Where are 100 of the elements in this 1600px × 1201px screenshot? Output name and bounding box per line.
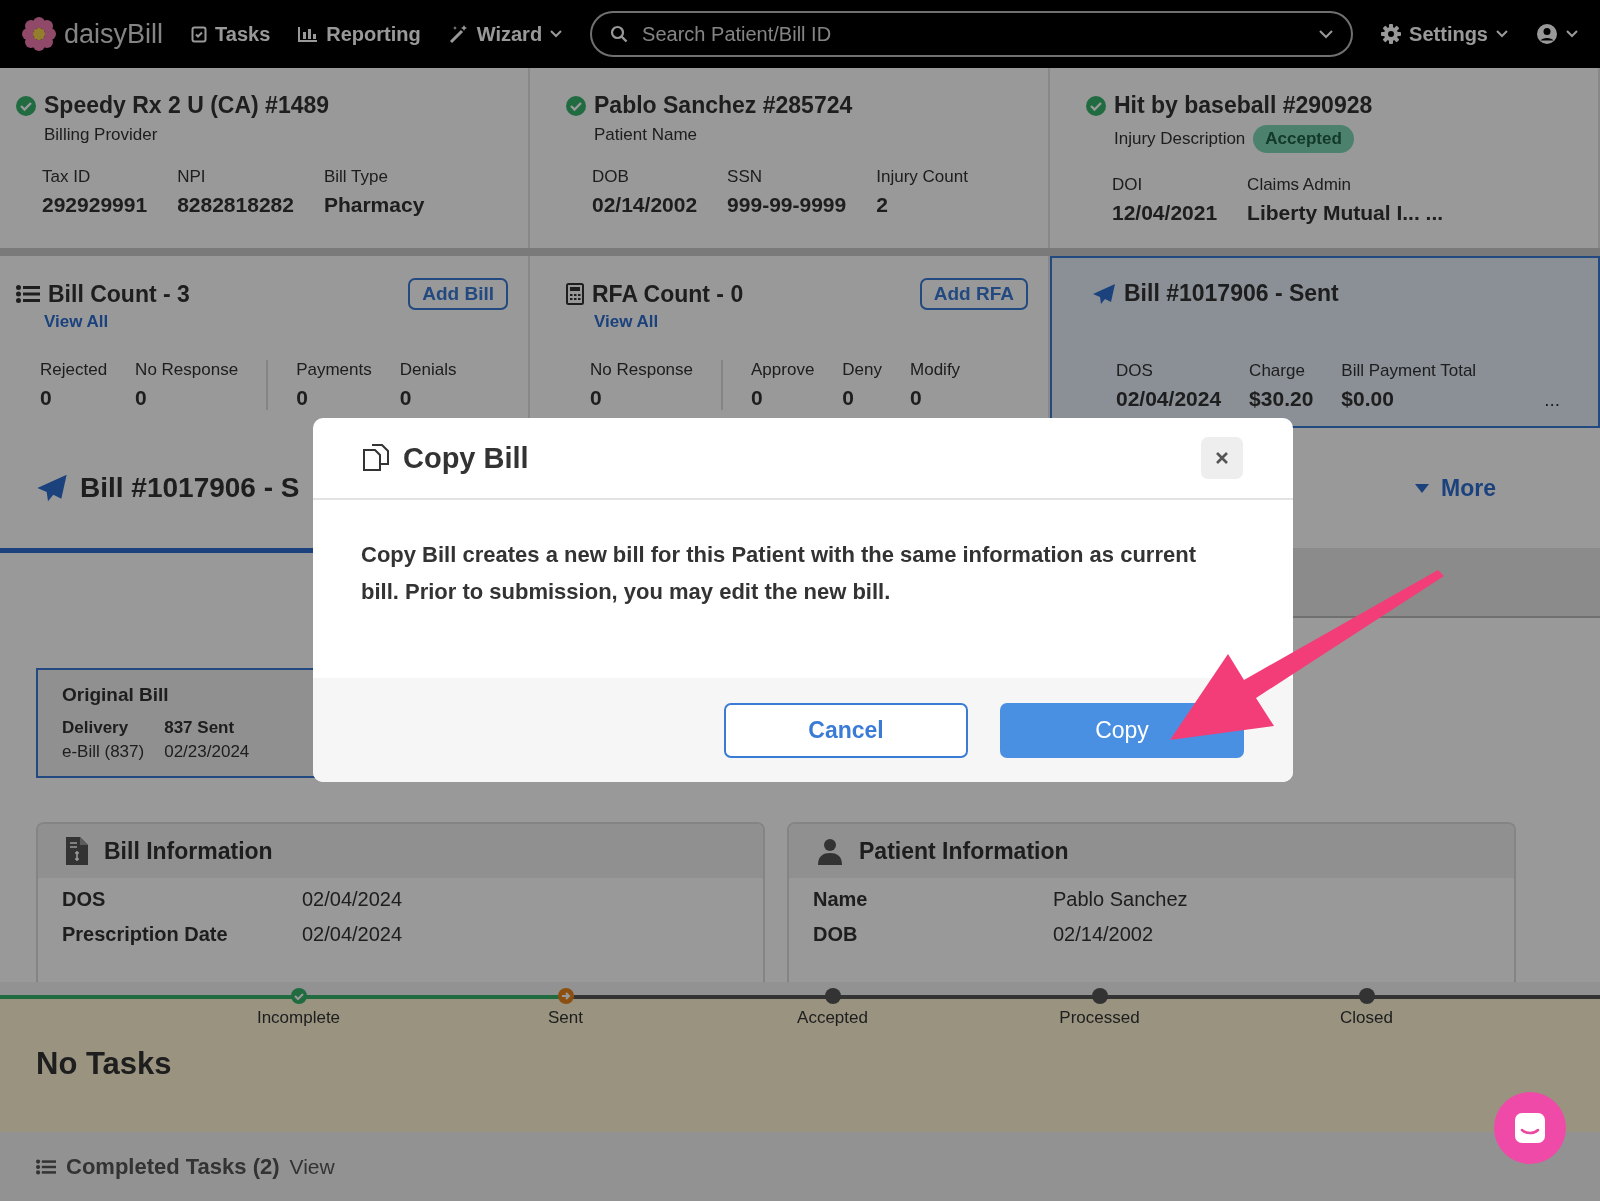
user-icon: [1536, 23, 1558, 45]
row-value: 02/04/2024: [302, 923, 403, 946]
calculator-icon: [566, 283, 584, 305]
row-value: 02/04/2024: [302, 888, 403, 911]
nav-link[interactable]: Reporting: [298, 22, 421, 46]
row-label: DOB: [813, 923, 859, 946]
field-value: 999-99-9999: [727, 193, 847, 217]
card-text: Delivery: [62, 718, 130, 738]
view-link[interactable]: View: [289, 1154, 335, 1179]
field-value: Pharmacy: [323, 193, 425, 217]
field-value: $30.20: [1249, 387, 1314, 411]
nav-link[interactable]: Wizard: [448, 22, 563, 46]
paper-plane-icon: [1092, 282, 1116, 305]
field-value: 0: [751, 386, 764, 410]
card-title: Original Bill: [62, 684, 170, 706]
step-label: Processed: [1059, 1008, 1140, 1028]
field-label: No Response: [590, 360, 693, 380]
magic-wand-icon: [448, 24, 469, 44]
field-value: 292929991: [42, 193, 148, 217]
count-title: Bill Count - 3: [48, 280, 191, 308]
field-label: Bill Payment Total: [1341, 361, 1477, 381]
dialog-message: Copy Bill creates a new bill for this Patient with the same information as current bill. Prior to submission, you may edit the new bill.: [361, 541, 1197, 606]
view-all-link[interactable]: View All: [594, 312, 1028, 332]
search-icon: [610, 25, 629, 43]
paper-plane-icon: [36, 473, 68, 503]
daisy-logo-icon: [22, 17, 56, 51]
summary-subtitle: Injury Description: [1114, 129, 1246, 149]
settings-icon: [1381, 24, 1402, 44]
field-value: 02/04/2024: [1116, 387, 1222, 411]
summary-title[interactable]: Pablo Sanchez #285724: [594, 92, 853, 119]
card-title: Patient Information: [859, 837, 1069, 865]
completed-tasks-label: Completed Tasks (2): [66, 1153, 280, 1180]
field-value: Liberty Mutual I... ...: [1247, 201, 1444, 225]
step-label: Sent: [548, 1008, 583, 1028]
add-button[interactable]: Add Bill: [408, 278, 508, 310]
check-circle-icon: [1086, 95, 1106, 116]
nav-link[interactable]: Tasks: [191, 22, 271, 46]
invoice-icon: [66, 837, 88, 865]
logo-text[interactable]: daisyBill: [64, 18, 164, 50]
field-value: 0: [399, 386, 413, 410]
card-title: Bill Information: [104, 837, 273, 865]
status-badge: Accepted: [1253, 125, 1354, 153]
field-label: Tax ID: [42, 167, 92, 187]
search-field[interactable]: Search Patient/Bill ID: [590, 11, 1354, 57]
field-label: Approve: [751, 360, 815, 380]
field-label: Charge: [1249, 361, 1306, 381]
list-icon: [36, 1158, 56, 1175]
field-value: 0: [296, 386, 309, 410]
copy-icon: [361, 443, 391, 473]
bill-title: Bill #1017906 - Sent: [1124, 280, 1340, 307]
card-text: 837 Sent: [164, 718, 236, 738]
field-label: No Response: [135, 360, 239, 380]
summary-subtitle: Patient Name: [594, 125, 697, 145]
chevron-down-icon: [1319, 29, 1334, 39]
chat-icon: [1513, 1111, 1547, 1145]
field-label: DOB: [592, 167, 630, 187]
add-button[interactable]: Add RFA: [919, 278, 1028, 310]
bar-chart-icon: [298, 26, 319, 42]
field-label: Rejected: [40, 360, 108, 380]
clipboard-icon: [191, 25, 208, 43]
settings-menu[interactable]: Settings: [1381, 22, 1508, 46]
field-value: 8282818282: [177, 193, 294, 217]
search-input[interactable]: Search Patient/Bill ID: [640, 21, 1308, 47]
field-value: 0: [590, 386, 603, 410]
field-value: 0: [40, 386, 53, 410]
field-value: 2: [876, 193, 889, 217]
count-title: RFA Count - 0: [592, 280, 745, 308]
view-all-link[interactable]: View All: [44, 312, 508, 332]
field-value: 0: [910, 386, 923, 410]
field-label: Claims Admin: [1247, 175, 1353, 195]
more-link[interactable]: ...: [1544, 389, 1560, 411]
tasks-heading: No Tasks: [36, 1046, 172, 1081]
cancel-button[interactable]: Cancel: [724, 702, 968, 758]
field-value: 02/14/2002: [592, 193, 698, 217]
check-circle-icon: [16, 95, 36, 116]
field-label: DOS: [1116, 361, 1154, 381]
summary-title[interactable]: Hit by baseball #290928: [1114, 92, 1373, 119]
step-label: Closed: [1340, 1008, 1393, 1028]
user-menu[interactable]: [1536, 23, 1578, 45]
row-label: Prescription Date: [62, 923, 229, 946]
bill-heading: Bill #1017906 - S: [80, 472, 300, 504]
field-label: Modify: [910, 360, 961, 380]
list-icon: [16, 285, 40, 303]
row-value: 02/14/2002: [1053, 923, 1154, 946]
field-value: 0: [842, 386, 856, 410]
caret-down-icon: [1415, 483, 1430, 493]
field-label: SSN: [727, 167, 764, 187]
close-button[interactable]: [1201, 437, 1243, 479]
field-label: Payments: [296, 360, 372, 380]
card-text: e-Bill (837): [62, 742, 145, 762]
field-value: $0.00: [1341, 387, 1395, 411]
summary-title[interactable]: Speedy Rx 2 U (CA) #1489: [44, 92, 330, 119]
field-label: Bill Type: [323, 167, 389, 187]
chevron-down-icon: [1496, 30, 1508, 38]
summary-subtitle: Billing Provider: [44, 125, 158, 145]
field-value: 0: [135, 386, 148, 410]
row-value: Pablo Sanchez: [1053, 888, 1188, 911]
step-label: Incomplete: [256, 1008, 341, 1028]
field-value: 12/04/2021: [1112, 201, 1218, 225]
more-menu[interactable]: More: [1415, 474, 1496, 502]
